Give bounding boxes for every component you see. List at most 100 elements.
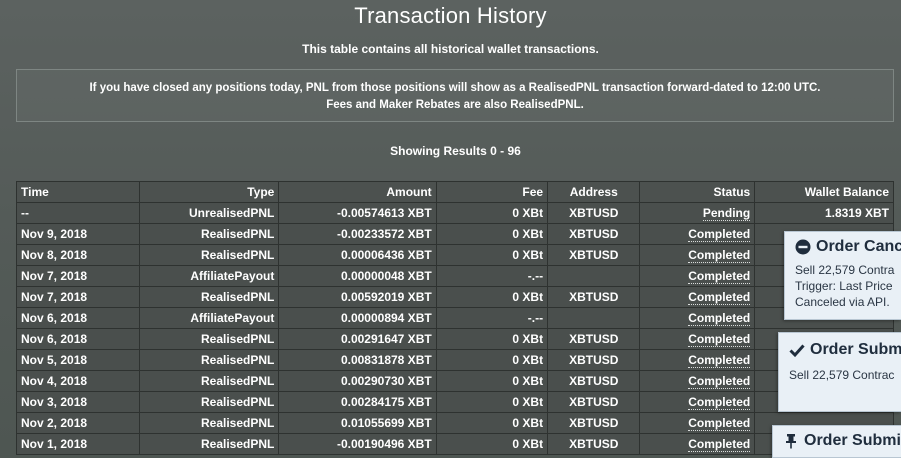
status-text[interactable]: Completed	[688, 290, 751, 305]
address-cell: XBTUSD	[547, 370, 641, 392]
type-cell: RealisedPNL	[138, 349, 280, 371]
status-text[interactable]: Completed	[688, 416, 751, 431]
minus-circle-icon	[795, 239, 811, 255]
status-text[interactable]: Completed	[688, 311, 751, 326]
status-text[interactable]: Completed	[688, 269, 751, 284]
notification-order-line: Sell 22,579 Contrac	[789, 368, 895, 382]
table-row: Nov 6, 2018 AffiliatePayout 0.00000894 XBT…	[16, 307, 894, 329]
status-text[interactable]: Completed	[688, 332, 751, 347]
address-cell: XBTUSD	[547, 433, 641, 455]
amount-cell: 0.00290730 XBT	[278, 370, 437, 392]
status-text[interactable]: Completed	[688, 353, 751, 368]
fee-cell: 0 XBt	[435, 412, 549, 434]
amount-cell: 0.00284175 XBT	[278, 391, 437, 413]
order-submitted-notification[interactable]: Order Subm Sell 22,579 Contrac	[778, 332, 901, 412]
table-row: -- UnrealisedPNL -0.00574613 XBT 0 XBt XBTUS…	[16, 202, 894, 224]
time-cell: Nov 2, 2018	[16, 412, 140, 434]
type-cell: RealisedPNL	[138, 370, 280, 392]
type-cell: AffiliatePayout	[138, 307, 280, 329]
status-cell: Completed	[639, 223, 756, 245]
fee-cell: 0 XBt	[435, 328, 549, 350]
status-cell: Completed	[639, 370, 756, 392]
address-cell	[547, 265, 641, 287]
pnl-notice: If you have closed any positions today, …	[16, 69, 894, 122]
notification-title: Order Submi	[804, 432, 901, 449]
status-text[interactable]: Completed	[688, 437, 751, 452]
column-header-amount[interactable]: Amount	[278, 181, 437, 203]
table-row: Nov 6, 2018 RealisedPNL 0.00291647 XBT 0 XB…	[16, 328, 894, 350]
order-submitted-notification-2[interactable]: Order Submi	[772, 425, 901, 458]
page-title: Transaction History	[354, 3, 547, 28]
status-text[interactable]: Completed	[688, 395, 751, 410]
status-cell: Completed	[639, 328, 756, 350]
status-text[interactable]: Completed	[688, 374, 751, 389]
type-cell: RealisedPNL	[138, 412, 280, 434]
address-cell: XBTUSD	[547, 244, 641, 266]
column-header-address[interactable]: Address	[547, 181, 641, 203]
address-cell: XBTUSD	[547, 223, 641, 245]
fee-cell: 0 XBt	[435, 286, 549, 308]
address-cell: XBTUSD	[547, 349, 641, 371]
notification-order-line: Sell 22,579 Contra	[795, 263, 895, 277]
results-count: Showing Results 0 - 96	[390, 144, 521, 158]
table-row: Nov 9, 2018 RealisedPNL -0.00233572 XBT 0 X…	[16, 223, 894, 245]
type-cell: RealisedPNL	[138, 244, 280, 266]
time-cell: Nov 6, 2018	[16, 307, 140, 329]
notification-trigger-line: Trigger: Last Price	[795, 279, 893, 293]
time-cell: Nov 9, 2018	[16, 223, 140, 245]
order-canceled-notification[interactable]: Order Canc Sell 22,579 Contra Trigger: L…	[784, 231, 901, 320]
address-cell: XBTUSD	[547, 391, 641, 413]
table-row: Nov 4, 2018 RealisedPNL 0.00290730 XBT 0 XB…	[16, 370, 894, 392]
pushpin-icon	[786, 434, 796, 449]
column-header-status[interactable]: Status	[639, 181, 756, 203]
amount-cell: -0.00190496 XBT	[278, 433, 437, 455]
address-cell: XBTUSD	[547, 202, 641, 224]
fee-cell: 0 XBt	[435, 370, 549, 392]
type-cell: RealisedPNL	[138, 328, 280, 350]
amount-cell: 0.00000048 XBT	[278, 265, 437, 287]
status-text[interactable]: Completed	[688, 227, 751, 242]
type-cell: RealisedPNL	[138, 391, 280, 413]
column-header-wallet-balance[interactable]: Wallet Balance	[754, 181, 894, 203]
table-header-row: Time Type Amount Fee Address Status Wall…	[16, 181, 894, 203]
amount-cell: 0.00592019 XBT	[278, 286, 437, 308]
column-header-type[interactable]: Type	[138, 181, 280, 203]
address-cell: XBTUSD	[547, 412, 641, 434]
amount-cell: 0.00000894 XBT	[278, 307, 437, 329]
wallet-balance-cell: 1.8319 XBT	[754, 202, 894, 224]
table-row: Nov 2, 2018 RealisedPNL 0.01055699 XBT 0 XB…	[16, 412, 894, 434]
status-cell: Completed	[639, 307, 756, 329]
status-text[interactable]: Completed	[688, 248, 751, 263]
fee-cell: 0 XBt	[435, 244, 549, 266]
column-header-time[interactable]: Time	[16, 181, 140, 203]
time-cell: Nov 7, 2018	[16, 286, 140, 308]
address-cell: XBTUSD	[547, 286, 641, 308]
page-subtitle: This table contains all historical walle…	[302, 42, 599, 56]
status-cell: Completed	[639, 286, 756, 308]
time-cell: Nov 1, 2018	[16, 433, 140, 455]
fee-cell: 0 XBt	[435, 391, 549, 413]
table-row: Nov 5, 2018 RealisedPNL 0.00831878 XBT 0 XB…	[16, 349, 894, 371]
column-header-fee[interactable]: Fee	[435, 181, 549, 203]
type-cell: RealisedPNL	[138, 286, 280, 308]
status-cell: Completed	[639, 433, 756, 455]
fee-cell: 0 XBt	[435, 223, 549, 245]
status-text[interactable]: Pending	[702, 206, 751, 221]
fee-cell: 0 XBt	[435, 433, 549, 455]
amount-cell: -0.00574613 XBT	[278, 202, 437, 224]
table-row: Nov 7, 2018 AffiliatePayout 0.00000048 XBT…	[16, 265, 894, 287]
amount-cell: 0.00291647 XBT	[278, 328, 437, 350]
status-cell: Completed	[639, 349, 756, 371]
status-cell: Pending	[639, 202, 756, 224]
table-body: -- UnrealisedPNL -0.00574613 XBT 0 XBt XBTUS…	[16, 202, 894, 455]
type-cell: AffiliatePayout	[138, 265, 280, 287]
address-cell	[547, 307, 641, 329]
table-row: Nov 1, 2018 RealisedPNL -0.00190496 XBT 0 X…	[16, 433, 894, 455]
type-cell: UnrealisedPNL	[138, 202, 280, 224]
table-row: Nov 3, 2018 RealisedPNL 0.00284175 XBT 0 XB…	[16, 391, 894, 413]
type-cell: RealisedPNL	[138, 223, 280, 245]
transaction-table: Time Type Amount Fee Address Status Wall…	[16, 181, 894, 455]
time-cell: Nov 6, 2018	[16, 328, 140, 350]
amount-cell: 0.00831878 XBT	[278, 349, 437, 371]
status-cell: Completed	[639, 244, 756, 266]
